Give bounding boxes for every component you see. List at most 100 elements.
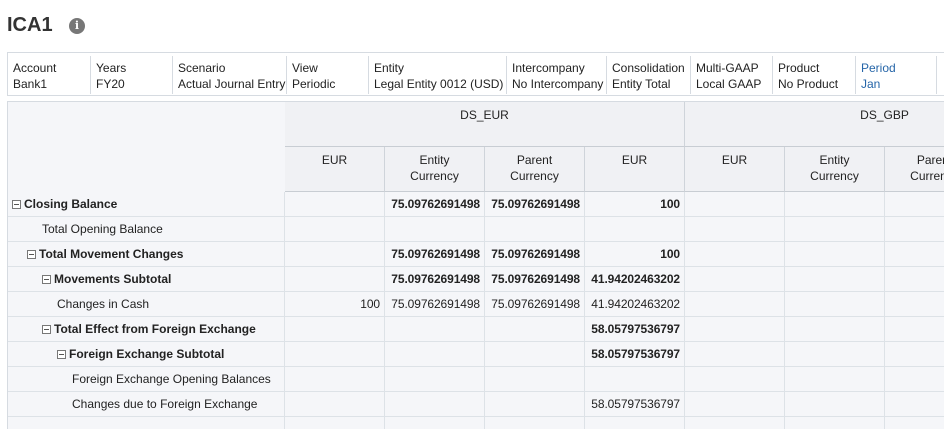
pov-value: No Product: [778, 77, 839, 91]
data-cell[interactable]: [785, 417, 885, 429]
data-cell[interactable]: 41.94202463202: [585, 292, 685, 317]
pov-view[interactable]: View Periodic: [287, 56, 369, 94]
data-cell[interactable]: [485, 367, 585, 392]
data-cell[interactable]: 75.09762691498: [485, 292, 585, 317]
data-cell[interactable]: [785, 192, 885, 217]
pov-account[interactable]: Account Bank1: [8, 56, 91, 94]
data-cell[interactable]: [385, 367, 485, 392]
pov-intercompany[interactable]: Intercompany No Intercompany: [507, 56, 607, 94]
collapse-icon[interactable]: [27, 250, 36, 259]
data-cell[interactable]: [485, 417, 585, 429]
data-cell[interactable]: [585, 217, 685, 242]
data-cell[interactable]: 75.09762691498: [385, 267, 485, 292]
data-cell[interactable]: 75.09762691498: [485, 242, 585, 267]
pov-entity[interactable]: Entity Legal Entity 0012 (USD): [369, 56, 507, 94]
data-cell[interactable]: [685, 342, 785, 367]
data-cell[interactable]: [685, 392, 785, 417]
data-cell[interactable]: [385, 217, 485, 242]
row-header[interactable]: Foreign Exchange Subtotal: [8, 342, 285, 367]
data-cell[interactable]: [885, 342, 944, 367]
table-row: Changes in Cash 100 75.09762691498 75.09762…: [8, 292, 944, 317]
data-cell[interactable]: [385, 417, 485, 429]
data-cell[interactable]: [885, 417, 944, 429]
data-cell[interactable]: [285, 417, 385, 429]
data-cell[interactable]: 75.09762691498: [385, 292, 485, 317]
data-cell[interactable]: [685, 242, 785, 267]
data-cell[interactable]: [685, 292, 785, 317]
data-cell[interactable]: [485, 217, 585, 242]
data-cell[interactable]: [785, 317, 885, 342]
data-cell[interactable]: 100: [585, 242, 685, 267]
data-cell[interactable]: [685, 367, 785, 392]
data-cell[interactable]: [285, 217, 385, 242]
row-header[interactable]: Total Movement Changes: [8, 242, 285, 267]
data-cell[interactable]: [785, 342, 885, 367]
pov-period[interactable]: Period Jan: [856, 56, 937, 94]
pov-label: View: [292, 61, 318, 75]
data-cell[interactable]: [285, 242, 385, 267]
data-cell[interactable]: [285, 392, 385, 417]
column-group-header: DS_GBP: [685, 102, 944, 147]
data-cell[interactable]: [785, 367, 885, 392]
data-cell[interactable]: 75.09762691498: [385, 242, 485, 267]
pov-scenario[interactable]: Scenario Actual Journal Entry: [173, 56, 287, 94]
data-cell[interactable]: [385, 392, 485, 417]
collapse-icon[interactable]: [57, 350, 66, 359]
row-header[interactable]: Total Effect from Foreign Exchange: [8, 317, 285, 342]
data-cell[interactable]: [285, 342, 385, 367]
info-icon[interactable]: i: [69, 18, 85, 34]
data-cell[interactable]: [385, 342, 485, 367]
data-cell[interactable]: 58.05797536797: [585, 342, 685, 367]
column-header: Entity Currency: [385, 147, 485, 192]
data-cell[interactable]: 100: [585, 192, 685, 217]
data-cell[interactable]: [885, 192, 944, 217]
data-cell[interactable]: [685, 192, 785, 217]
data-cell[interactable]: [785, 242, 885, 267]
row-label: Foreign Exchange Subtotal: [69, 347, 225, 361]
data-cell[interactable]: 100: [285, 292, 385, 317]
collapse-icon[interactable]: [42, 325, 51, 334]
collapse-icon[interactable]: [12, 200, 21, 209]
data-cell[interactable]: [585, 417, 685, 429]
table-row: Movements Subtotal 75.09762691498 75.09762…: [8, 267, 944, 292]
data-cell[interactable]: [885, 392, 944, 417]
data-cell[interactable]: 75.09762691498: [485, 192, 585, 217]
data-cell[interactable]: [285, 192, 385, 217]
data-cell[interactable]: [285, 317, 385, 342]
data-cell[interactable]: [385, 317, 485, 342]
data-cell[interactable]: [685, 317, 785, 342]
collapse-icon[interactable]: [42, 275, 51, 284]
pov-consolidation[interactable]: Consolidation Entity Total: [607, 56, 691, 94]
data-cell[interactable]: [885, 292, 944, 317]
data-cell[interactable]: [585, 367, 685, 392]
data-cell[interactable]: 58.05797536797: [585, 392, 685, 417]
data-cell[interactable]: [485, 317, 585, 342]
data-cell[interactable]: 75.09762691498: [485, 267, 585, 292]
data-cell[interactable]: [885, 267, 944, 292]
data-cell[interactable]: [485, 342, 585, 367]
data-cell[interactable]: [885, 367, 944, 392]
data-cell[interactable]: [685, 217, 785, 242]
data-cell[interactable]: [685, 267, 785, 292]
data-cell[interactable]: [885, 317, 944, 342]
data-cell[interactable]: [785, 267, 885, 292]
data-cell[interactable]: [885, 217, 944, 242]
pov-product[interactable]: Product No Product: [773, 56, 856, 94]
data-cell[interactable]: [285, 267, 385, 292]
data-cell[interactable]: 58.05797536797: [585, 317, 685, 342]
pov-years[interactable]: Years FY20: [91, 56, 173, 94]
data-cell[interactable]: 75.09762691498: [385, 192, 485, 217]
row-header[interactable]: Closing Balance: [8, 192, 285, 217]
data-cell[interactable]: [785, 392, 885, 417]
pov-value: Periodic: [292, 77, 336, 91]
row-label: Total Movement Changes: [39, 247, 184, 261]
row-header[interactable]: Movements Subtotal: [8, 267, 285, 292]
pov-multi-gaap[interactable]: Multi-GAAP Local GAAP: [691, 56, 773, 94]
data-cell[interactable]: [685, 417, 785, 429]
data-cell[interactable]: [785, 217, 885, 242]
data-cell[interactable]: [285, 367, 385, 392]
data-cell[interactable]: [885, 242, 944, 267]
data-cell[interactable]: 41.94202463202: [585, 267, 685, 292]
data-cell[interactable]: [785, 292, 885, 317]
data-cell[interactable]: [485, 392, 585, 417]
